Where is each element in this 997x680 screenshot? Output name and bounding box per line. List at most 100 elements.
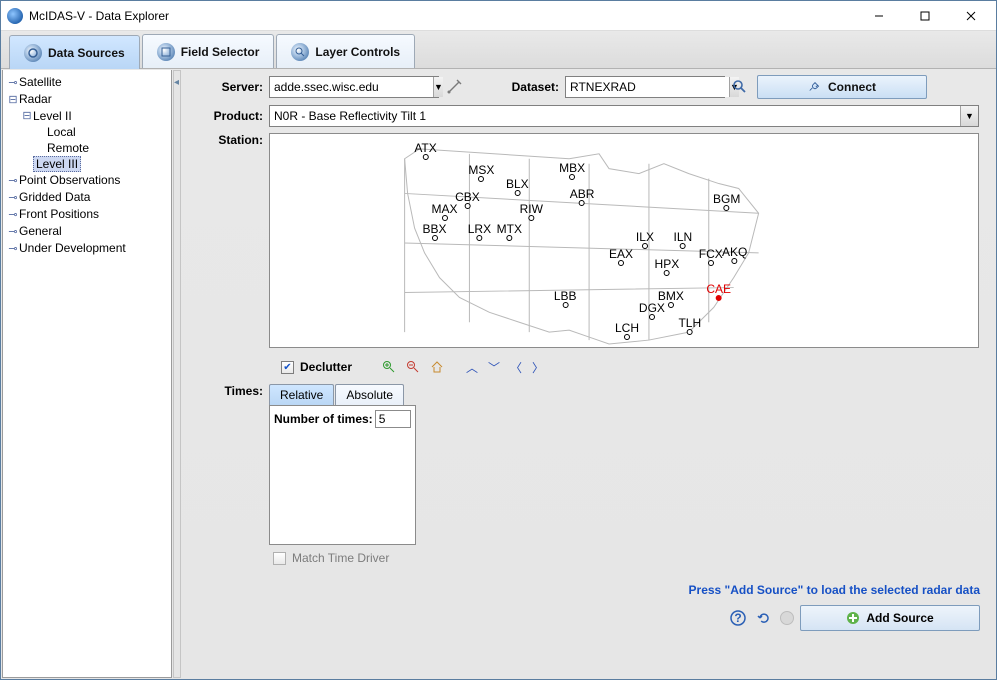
add-source-button[interactable]: Add Source — [800, 605, 980, 631]
refresh-button[interactable] — [754, 608, 774, 628]
close-button[interactable] — [948, 2, 994, 30]
match-time-driver-label: Match Time Driver — [292, 551, 389, 565]
maximize-button[interactable] — [902, 2, 948, 30]
station-code: ILN — [673, 230, 692, 244]
station-code: BGM — [713, 192, 740, 206]
pan-down-button[interactable]: ﹀ — [486, 359, 502, 375]
server-combo[interactable]: ▼ — [269, 76, 439, 98]
station-abr[interactable]: ABR — [570, 190, 595, 206]
connect-button[interactable]: Connect — [757, 75, 927, 99]
zoom-out-button[interactable] — [404, 358, 422, 376]
app-icon — [7, 8, 23, 24]
station-dgx[interactable]: DGX — [639, 304, 665, 320]
add-source-label: Add Source — [866, 611, 933, 625]
station-hpx[interactable]: HPX — [655, 260, 680, 276]
tree-item-remote[interactable]: Remote — [35, 140, 169, 156]
plug-icon — [808, 80, 822, 94]
station-bbx[interactable]: BBX — [423, 225, 447, 241]
station-bgm[interactable]: BGM — [713, 195, 740, 211]
footer: ? Add Source — [199, 601, 988, 631]
tab-layer-controls[interactable]: Layer Controls — [276, 34, 415, 68]
station-atx[interactable]: ATX — [414, 144, 436, 160]
station-code: MAX — [431, 202, 457, 216]
station-tlh[interactable]: TLH — [678, 319, 701, 335]
station-code: CAE — [706, 282, 731, 296]
station-max[interactable]: MAX — [431, 205, 457, 221]
data-type-tree[interactable]: ⊸Satellite ⊟Radar ⊟Level II Local Remote… — [2, 70, 172, 678]
help-button[interactable]: ? — [728, 608, 748, 628]
declutter-checkbox[interactable] — [281, 361, 294, 374]
pan-up-button[interactable]: ︿ — [464, 359, 480, 375]
tree-item-general[interactable]: ⊸General — [7, 223, 169, 240]
declutter-label: Declutter — [300, 360, 352, 374]
tree-label: Radar — [19, 92, 52, 106]
station-msx[interactable]: MSX — [468, 166, 494, 182]
station-lch[interactable]: LCH — [615, 324, 639, 340]
expand-icon[interactable]: ⊸ — [7, 207, 19, 223]
expand-icon[interactable]: ⊸ — [7, 241, 19, 257]
expand-icon[interactable]: ⊸ — [7, 190, 19, 206]
station-riw[interactable]: RIW — [520, 205, 543, 221]
tree-item-front-positions[interactable]: ⊸Front Positions — [7, 206, 169, 223]
expand-icon[interactable]: ⊸ — [7, 173, 19, 189]
station-eax[interactable]: EAX — [609, 250, 633, 266]
zoom-in-button[interactable] — [380, 358, 398, 376]
product-combo[interactable]: ▼ — [269, 105, 979, 127]
expand-icon[interactable]: ⊸ — [7, 224, 19, 240]
tab-field-selector[interactable]: Field Selector — [142, 34, 275, 68]
home-button[interactable] — [428, 358, 446, 376]
station-code: MTX — [497, 222, 522, 236]
station-cae[interactable]: CAE — [706, 285, 731, 301]
tab-data-sources[interactable]: Data Sources — [9, 35, 140, 69]
station-fcx[interactable]: FCX — [699, 250, 723, 266]
tree-item-local[interactable]: Local — [35, 124, 169, 140]
dataset-combo[interactable]: ▼ — [565, 76, 725, 98]
tree-label: Front Positions — [19, 207, 99, 221]
product-input[interactable] — [270, 106, 960, 126]
tree-label: Under Development — [19, 241, 126, 255]
times-tab-absolute[interactable]: Absolute — [335, 384, 404, 405]
station-ilx[interactable]: ILX — [636, 233, 654, 249]
station-blx[interactable]: BLX — [506, 180, 529, 196]
titlebar: McIDAS-V - Data Explorer — [1, 1, 996, 31]
splitter[interactable]: ◂ — [173, 70, 181, 678]
tree-item-under-development[interactable]: ⊸Under Development — [7, 240, 169, 257]
pan-left-button[interactable]: 〈 — [508, 359, 524, 375]
manage-servers-button[interactable] — [443, 76, 465, 98]
tree-item-radar[interactable]: ⊟Radar ⊟Level II Local Remote Level III — [7, 91, 169, 173]
server-input[interactable] — [270, 77, 433, 97]
station-code: BBX — [423, 222, 447, 236]
station-mbx[interactable]: MBX — [559, 164, 585, 180]
station-lrx[interactable]: LRX — [468, 225, 491, 241]
main-tabs: Data Sources Field Selector Layer Contro… — [1, 31, 996, 69]
dropdown-arrow-icon[interactable]: ▼ — [960, 106, 978, 126]
window-title: McIDAS-V - Data Explorer — [29, 9, 856, 23]
station-mtx[interactable]: MTX — [497, 225, 522, 241]
tree-item-level2[interactable]: ⊟Level II Local Remote — [21, 108, 169, 157]
station-akq[interactable]: AKQ — [722, 248, 747, 264]
dropdown-arrow-icon[interactable]: ▼ — [433, 77, 443, 97]
number-of-times-input[interactable] — [375, 410, 411, 428]
minimize-button[interactable] — [856, 2, 902, 30]
expand-icon[interactable]: ⊸ — [7, 75, 19, 91]
station-lbb[interactable]: LBB — [554, 292, 577, 308]
tree-item-satellite[interactable]: ⊸Satellite — [7, 74, 169, 91]
station-code: AKQ — [722, 245, 747, 259]
tab-label: Relative — [280, 388, 323, 402]
pan-right-button[interactable]: 〉 — [530, 359, 546, 375]
collapse-icon[interactable]: ⊟ — [21, 108, 33, 124]
match-time-driver-checkbox[interactable] — [273, 552, 286, 565]
station-code: MSX — [468, 163, 494, 177]
dataset-search-button[interactable] — [729, 76, 751, 98]
station-map[interactable]: ATX MSX BLX MBX CBX ABR MAX RIW BGM BBX LRX MTX ILX I… — [269, 133, 979, 348]
tree-item-gridded-data[interactable]: ⊸Gridded Data — [7, 189, 169, 206]
times-label: Times: — [199, 384, 269, 398]
tree-item-level3[interactable]: Level III — [21, 156, 169, 172]
dataset-input[interactable] — [566, 77, 729, 97]
station-iln[interactable]: ILN — [673, 233, 692, 249]
tree-item-point-observations[interactable]: ⊸Point Observations — [7, 172, 169, 189]
station-cbx[interactable]: CBX — [455, 193, 480, 209]
times-tab-relative[interactable]: Relative — [269, 384, 334, 405]
hint-text: Press "Add Source" to load the selected … — [199, 571, 988, 601]
collapse-icon[interactable]: ⊟ — [7, 92, 19, 108]
